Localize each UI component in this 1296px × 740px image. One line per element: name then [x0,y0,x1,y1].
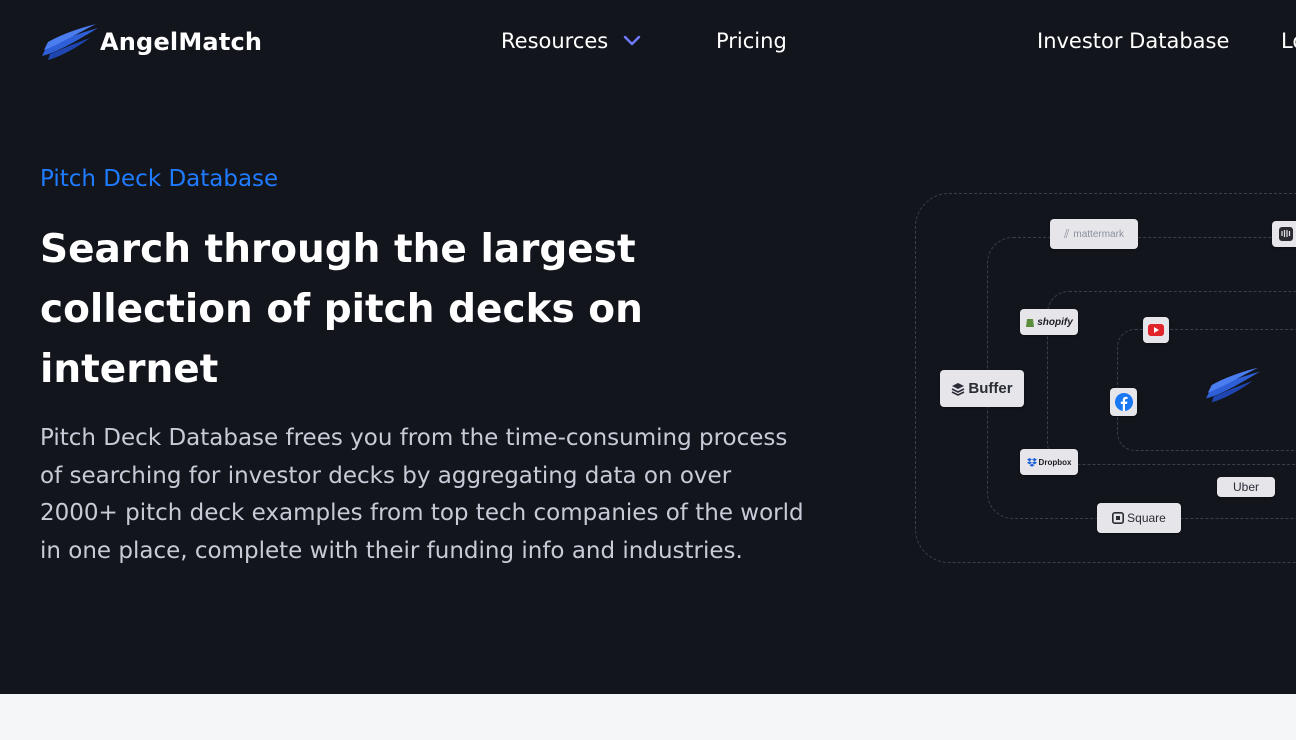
nav-investor-database[interactable]: Investor Database [1037,29,1229,53]
hero-eyebrow: Pitch Deck Database [40,166,279,192]
nav-resources-label: Resources [501,29,609,53]
chevron-down-icon [624,35,641,46]
next-section [0,694,1296,740]
shopify-logo: shopify [1020,309,1078,335]
dropbox-label: Dropbox [1038,457,1072,467]
facebook-logo [1110,388,1137,416]
uber-logo: Uber [1217,477,1275,497]
square-icon [1112,512,1125,524]
nav-pricing[interactable]: Pricing [716,29,787,53]
buffer-icon [952,382,965,396]
square-logo: Square [1097,503,1181,533]
intercom-logo [1272,221,1296,247]
top-nav: AngelMatch Resources Pricing Investor Da… [0,0,1296,88]
mattermark-icon: ⫽ [1064,226,1070,241]
buffer-logo: Buffer [940,370,1024,407]
shopify-label: shopify [1037,316,1073,328]
hero-title: Search through the largest collection of… [40,227,643,392]
mattermark-logo: ⫽ mattermark [1050,219,1138,249]
brand-logo[interactable]: AngelMatch [40,22,262,62]
brand-name: AngelMatch [100,28,263,56]
angelmatch-logo-icon [42,24,98,60]
buffer-label: Buffer [968,380,1013,397]
uber-label: Uber [1232,480,1259,494]
hero-description: Pitch Deck Database frees you from the t… [40,425,804,564]
youtube-icon [1148,324,1164,336]
dropbox-icon [1026,457,1037,467]
mattermark-label: mattermark [1073,228,1124,240]
nav-resources[interactable]: Resources [501,29,642,53]
center-logo-icon [1205,367,1261,403]
intercom-icon [1279,227,1293,241]
pitch-deck-illustration: ⫽ mattermark shopify Buffer Dropbox Uber… [910,185,1296,570]
youtube-logo [1143,317,1169,343]
facebook-icon [1114,393,1133,411]
nav-login[interactable]: Lo [1281,29,1296,53]
square-label: Square [1127,511,1166,525]
dropbox-logo: Dropbox [1020,449,1078,475]
shopify-icon [1026,319,1035,327]
